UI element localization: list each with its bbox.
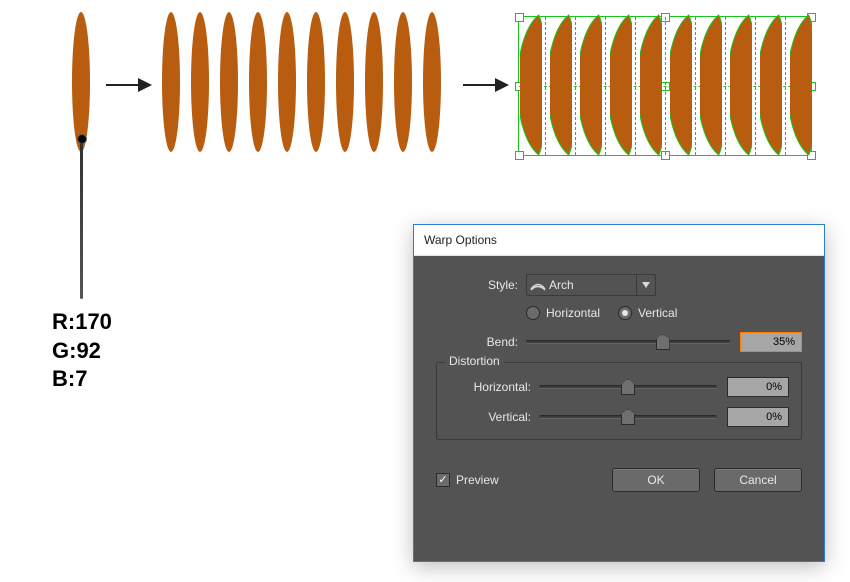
arrow-right-icon: [106, 84, 150, 86]
orientation-vertical-radio[interactable]: Vertical: [618, 306, 677, 320]
ok-button[interactable]: OK: [612, 468, 700, 492]
cancel-button[interactable]: Cancel: [714, 468, 802, 492]
style-value: Arch: [549, 278, 636, 292]
ellipse-shape: [423, 12, 441, 152]
distortion-horizontal-row: Horizontal: 0%: [449, 377, 789, 397]
radio-icon: [526, 306, 540, 320]
style-select[interactable]: Arch: [526, 274, 656, 296]
ellipse-shape: [191, 12, 209, 152]
distortion-vertical-slider[interactable]: [539, 415, 717, 419]
rgb-color-readout: R:170 G:92 B:7: [52, 308, 112, 394]
style-row: Style: Arch: [436, 274, 802, 296]
dialog-body: Style: Arch Horizontal: [414, 256, 824, 561]
rgb-g: G:92: [52, 337, 112, 366]
preview-checkbox[interactable]: ✓ Preview: [436, 473, 499, 487]
preview-label: Preview: [456, 473, 499, 487]
distortion-vertical-value-input[interactable]: 0%: [727, 407, 789, 427]
warped-ellipse-shape: [700, 12, 722, 158]
slider-thumb-icon[interactable]: [621, 409, 635, 425]
artwork-stage: [50, 12, 810, 202]
ellipse-shape: [162, 12, 180, 152]
source-shape: [72, 12, 90, 152]
radio-label: Horizontal: [546, 306, 600, 320]
checkbox-icon: ✓: [436, 473, 450, 487]
anchor-handle-icon: [80, 143, 83, 299]
ellipse-shape: [307, 12, 325, 152]
ellipse-shape: [72, 12, 90, 152]
distortion-group: Distortion Horizontal: 0% Vertical: 0%: [436, 362, 802, 440]
slider-thumb-icon[interactable]: [621, 379, 635, 395]
bend-value-input[interactable]: 35%: [740, 332, 802, 352]
orientation-radio-group: Horizontal Vertical: [526, 306, 802, 320]
radio-label: Vertical: [638, 306, 677, 320]
arch-icon: [527, 279, 549, 291]
bend-slider[interactable]: [526, 340, 730, 344]
warped-ellipse-shape: [760, 12, 782, 158]
warp-options-dialog: Warp Options Style: Arch Horiz: [413, 224, 825, 562]
dialog-title: Warp Options: [424, 233, 497, 247]
warped-ellipse-shape: [550, 12, 572, 158]
distortion-vertical-row: Vertical: 0%: [449, 407, 789, 427]
distortion-legend: Distortion: [445, 354, 504, 368]
chevron-down-icon[interactable]: [636, 275, 655, 295]
style-label: Style:: [436, 278, 526, 292]
warped-selection-group: [520, 12, 816, 162]
distortion-horizontal-slider[interactable]: [539, 385, 717, 389]
ellipse-shape: [394, 12, 412, 152]
dialog-titlebar[interactable]: Warp Options: [414, 225, 824, 256]
radio-icon: [618, 306, 632, 320]
warped-ellipse-shape: [610, 12, 632, 158]
warped-ellipse-shape: [670, 12, 692, 158]
bend-label: Bend:: [436, 335, 526, 349]
rgb-b: B:7: [52, 365, 112, 394]
distortion-horizontal-value-input[interactable]: 0%: [727, 377, 789, 397]
ellipse-shape: [336, 12, 354, 152]
rgb-r: R:170: [52, 308, 112, 337]
warped-ellipse-shape: [520, 12, 542, 158]
ellipse-shape: [365, 12, 383, 152]
distortion-vertical-label: Vertical:: [449, 410, 539, 424]
warped-ellipse-shape: [790, 12, 812, 158]
warped-ellipse-shape: [580, 12, 602, 158]
distortion-horizontal-label: Horizontal:: [449, 380, 539, 394]
warped-row: [520, 12, 812, 158]
slider-thumb-icon[interactable]: [656, 334, 670, 350]
ellipse-row: [162, 12, 441, 152]
warped-ellipse-shape: [640, 12, 662, 158]
bend-row: Bend: 35%: [436, 332, 802, 352]
arrow-right-icon: [463, 84, 507, 86]
warped-ellipse-shape: [730, 12, 752, 158]
orientation-horizontal-radio[interactable]: Horizontal: [526, 306, 600, 320]
ellipse-shape: [220, 12, 238, 152]
ellipse-shape: [278, 12, 296, 152]
ellipse-shape: [249, 12, 267, 152]
dialog-footer: ✓ Preview OK Cancel: [436, 468, 802, 492]
